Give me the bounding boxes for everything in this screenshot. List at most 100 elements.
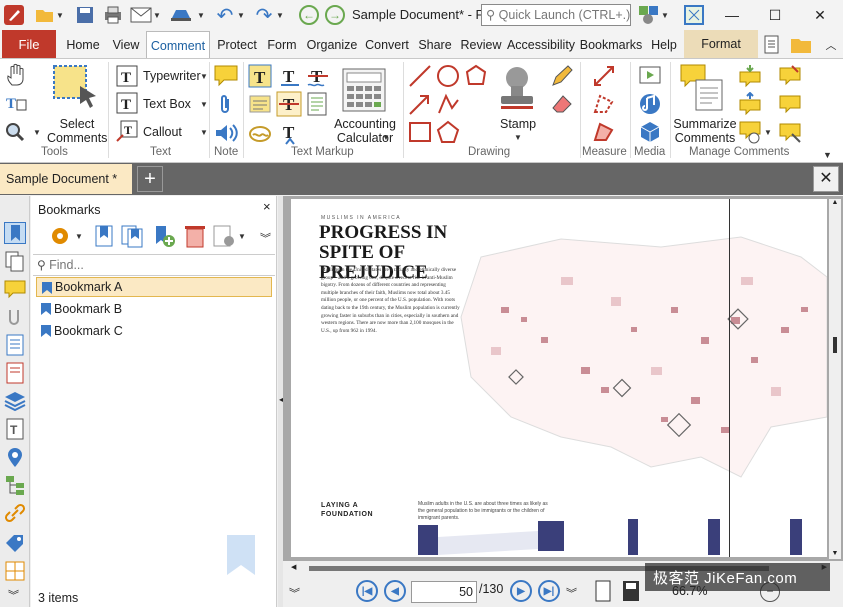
- bookmark-item[interactable]: Bookmark B: [36, 299, 272, 319]
- summarize-comments-icon[interactable]: [680, 64, 726, 112]
- select-text-icon[interactable]: T: [4, 92, 32, 114]
- circle-icon[interactable]: [436, 64, 460, 88]
- bookmark-properties-icon[interactable]: [212, 224, 236, 248]
- page-number-input[interactable]: 50: [411, 581, 477, 603]
- typewriter-icon[interactable]: T: [116, 65, 138, 87]
- more-options-icon[interactable]: ︾: [289, 585, 300, 601]
- tab-view[interactable]: View: [108, 33, 144, 57]
- tab-protect[interactable]: Protect: [213, 33, 261, 57]
- chevron-down-icon[interactable]: ▼: [33, 128, 41, 137]
- location-panel-icon[interactable]: [4, 446, 26, 468]
- text-box-button[interactable]: Text Box: [143, 97, 191, 111]
- undo-icon[interactable]: ↶: [214, 3, 236, 27]
- document-icon[interactable]: [762, 33, 784, 57]
- scroll-thumb[interactable]: [833, 337, 837, 353]
- vertical-scrollbar[interactable]: ▲ ▼: [829, 199, 841, 559]
- eraser-icon[interactable]: [550, 92, 574, 116]
- scroll-left-arrow[interactable]: ◀: [291, 563, 296, 571]
- flatten-comments-icon[interactable]: [778, 64, 802, 88]
- stamp-icon[interactable]: [497, 64, 537, 112]
- 3d-icon[interactable]: [638, 120, 662, 144]
- open-icon[interactable]: [34, 3, 56, 27]
- delete-bookmark-icon[interactable]: [184, 224, 206, 248]
- chevron-down-icon[interactable]: ▼: [196, 3, 206, 27]
- previous-page-button[interactable]: ◀: [384, 580, 406, 602]
- tags-panel-icon[interactable]: [4, 533, 26, 555]
- squiggly-icon[interactable]: [248, 122, 272, 146]
- chevron-down-icon[interactable]: ▼: [200, 128, 208, 137]
- highlight-text-icon[interactable]: T: [248, 64, 272, 88]
- note-icon[interactable]: [214, 65, 238, 87]
- perimeter-icon[interactable]: [592, 92, 616, 116]
- hand-tool-icon[interactable]: [6, 63, 30, 87]
- underline-text-icon[interactable]: T: [278, 64, 302, 88]
- add-bookmark-icon[interactable]: [92, 224, 116, 248]
- highlight-area-icon[interactable]: [248, 92, 272, 116]
- insert-text-icon[interactable]: T: [278, 122, 302, 146]
- expand-ribbon-icon[interactable]: ▼: [823, 150, 832, 160]
- close-document-button[interactable]: ✕: [813, 166, 839, 192]
- last-page-button[interactable]: ▶|: [538, 580, 560, 602]
- scan-icon[interactable]: [170, 3, 192, 27]
- save-page-icon[interactable]: [622, 580, 640, 602]
- tab-organize[interactable]: Organize: [305, 33, 359, 57]
- strikeout-text-icon[interactable]: T: [306, 64, 330, 88]
- replace-text-icon[interactable]: T: [276, 91, 302, 117]
- more-panels-icon[interactable]: ︾: [8, 587, 19, 603]
- text-box-icon[interactable]: T: [116, 92, 138, 114]
- audio-icon[interactable]: [638, 92, 662, 116]
- filter-comments-icon[interactable]: [778, 120, 802, 144]
- tab-format[interactable]: Format: [684, 30, 758, 58]
- polygon-icon[interactable]: [464, 64, 488, 88]
- collapse-ribbon-icon[interactable]: ︿: [820, 33, 842, 57]
- more-options-icon[interactable]: ︾: [566, 585, 577, 601]
- chevron-down-icon[interactable]: ▼: [200, 100, 208, 109]
- back-icon[interactable]: ←: [298, 3, 320, 27]
- chevron-down-icon[interactable]: ▼: [236, 3, 246, 27]
- bookmarks-panel-icon[interactable]: [4, 222, 26, 244]
- add-child-bookmark-icon[interactable]: [120, 224, 144, 248]
- typewriter-button[interactable]: Typewriter: [143, 69, 201, 83]
- tab-file[interactable]: File: [2, 30, 56, 58]
- callout-icon[interactable]: T: [116, 120, 138, 142]
- export-comments-icon[interactable]: [738, 91, 762, 116]
- scroll-up-arrow[interactable]: ▲: [829, 199, 841, 206]
- bookmark-find-input[interactable]: ⚲ Find...: [33, 254, 275, 276]
- callout-button[interactable]: Callout: [143, 125, 182, 139]
- chevron-down-icon[interactable]: ▼: [514, 133, 522, 142]
- pentagon-icon[interactable]: [436, 120, 460, 144]
- bookmark-item[interactable]: Bookmark A: [36, 277, 272, 297]
- tab-convert[interactable]: Convert: [363, 33, 411, 57]
- chevron-down-icon[interactable]: ▼: [152, 3, 162, 27]
- single-page-view-icon[interactable]: [594, 580, 612, 602]
- save-icon[interactable]: [74, 3, 96, 27]
- line-icon[interactable]: [408, 64, 432, 88]
- sound-icon[interactable]: [214, 122, 240, 144]
- chevron-down-icon[interactable]: ▼: [55, 3, 65, 27]
- redo-icon[interactable]: ↷: [253, 3, 275, 27]
- layers-panel-icon[interactable]: [4, 390, 26, 412]
- attach-file-icon[interactable]: [216, 94, 236, 116]
- arrow-icon[interactable]: [408, 92, 432, 116]
- close-button[interactable]: ✕: [800, 0, 840, 30]
- chevron-down-icon[interactable]: ▼: [764, 128, 772, 137]
- reply-comments-icon[interactable]: [778, 92, 802, 116]
- chevron-down-icon[interactable]: ▼: [275, 3, 285, 27]
- email-icon[interactable]: [130, 3, 152, 27]
- minimize-button[interactable]: —: [712, 0, 752, 30]
- destinations-panel-icon[interactable]: [4, 362, 26, 384]
- pages-panel-icon[interactable]: [4, 250, 26, 272]
- new-tab-button[interactable]: +: [137, 166, 163, 192]
- folder-icon[interactable]: [790, 33, 812, 57]
- fields-panel-icon[interactable]: [4, 560, 26, 582]
- show-comments-icon[interactable]: [738, 120, 762, 144]
- content-panel-icon[interactable]: [4, 334, 26, 356]
- attachments-panel-icon[interactable]: [4, 306, 26, 328]
- accounting-calculator-icon[interactable]: [342, 68, 386, 112]
- chevron-down-icon[interactable]: ▼: [660, 3, 670, 27]
- structure-panel-icon[interactable]: [4, 474, 26, 496]
- chevron-down-icon[interactable]: ▼: [382, 133, 390, 142]
- document-tab[interactable]: Sample Document *: [0, 164, 132, 194]
- stamp-label[interactable]: Stamp: [500, 117, 536, 131]
- zoom-tool-icon[interactable]: [4, 121, 32, 143]
